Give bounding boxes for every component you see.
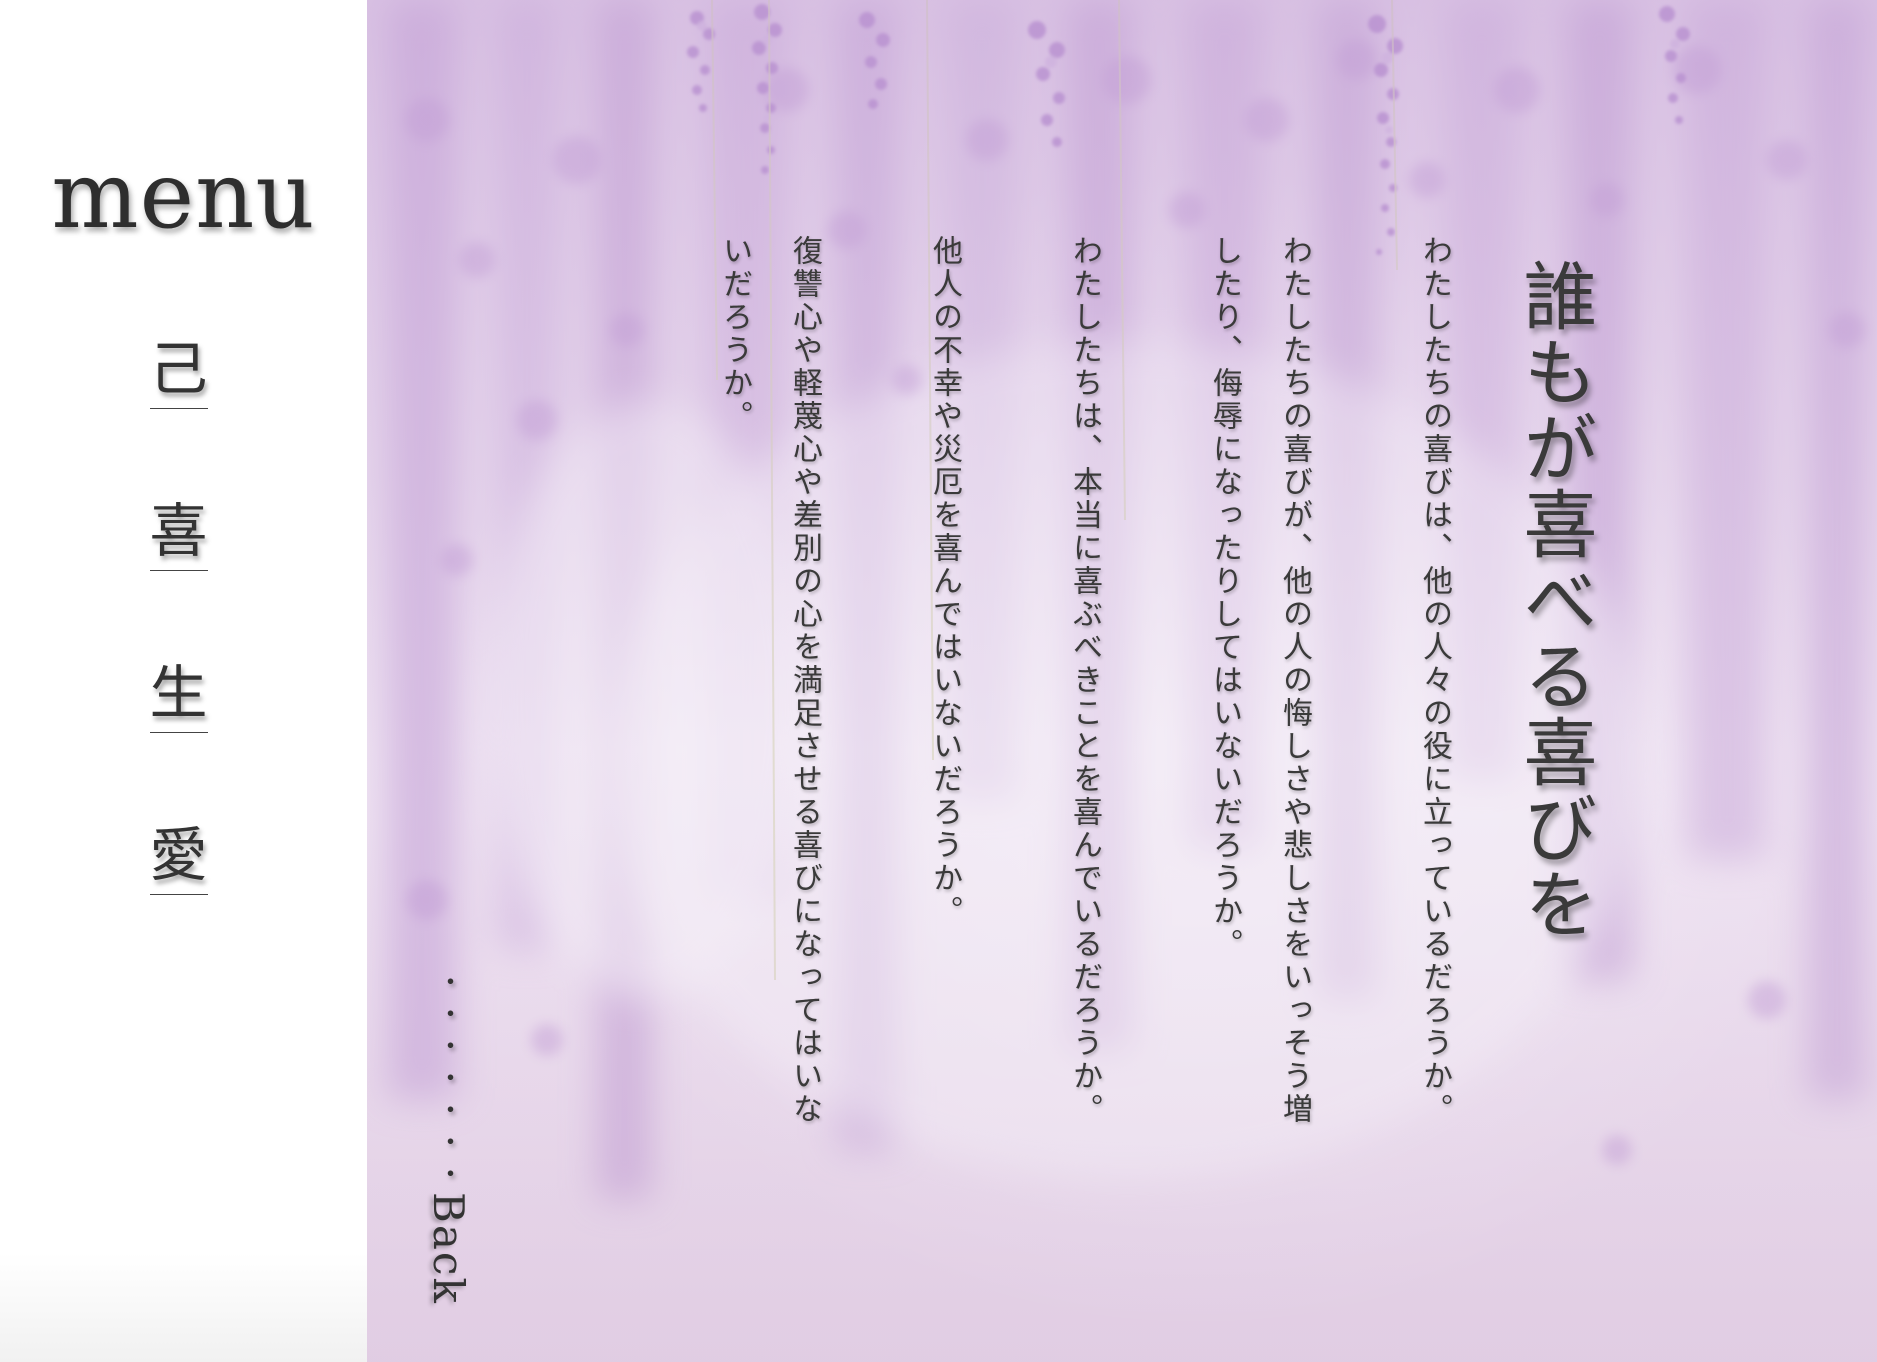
menu-item-underline	[149, 894, 208, 895]
menu-item-生[interactable]: 生	[0, 654, 357, 816]
paragraph-3: わたしたちは、本当に喜ぶべきことを喜んでいるだろうか。	[1067, 235, 1102, 1126]
back-link-dots: ・・・・・・・	[433, 968, 463, 1192]
menu-item-label: 生	[149, 659, 208, 727]
page-heading: 誰もが喜べる喜びを	[1511, 258, 1597, 942]
wisteria-background-image	[367, 0, 1877, 1362]
paragraph-4: 他人の不幸や災厄を喜んではいないだろうか。	[927, 235, 962, 928]
paragraph-2: わたしたちの喜びが、他の人の悔しさや悲しさをいっそう増したり、侮辱になったりして…	[1207, 235, 1312, 1126]
back-link[interactable]: ・・・・・・・Back	[424, 968, 473, 1305]
menu-title: menu	[51, 142, 316, 249]
sidebar-menu: menu 己 喜 生 愛	[0, 0, 367, 1362]
menu-item-underline	[149, 570, 208, 571]
menu-item-label: 喜	[149, 497, 208, 565]
menu-item-label: 愛	[149, 821, 208, 889]
menu-item-喜[interactable]: 喜	[0, 492, 357, 654]
back-link-label: Back	[424, 1192, 473, 1305]
menu-item-underline	[149, 732, 208, 733]
paragraph-5: 復讐心や軽蔑心や差別の心を満足させる喜びになってはいないだろうか。	[717, 235, 822, 1126]
menu-item-underline	[149, 408, 208, 409]
menu-list: 己 喜 生 愛	[0, 330, 357, 978]
menu-item-label: 己	[149, 335, 208, 403]
menu-item-己[interactable]: 己	[0, 330, 357, 492]
paragraph-1: わたしたちの喜びは、他の人々の役に立っているだろうか。	[1417, 235, 1452, 1126]
menu-item-愛[interactable]: 愛	[0, 816, 357, 978]
hero-section: 誰もが喜べる喜びを わたしたちの喜びは、他の人々の役に立っているだろうか。 わた…	[367, 0, 1877, 1362]
